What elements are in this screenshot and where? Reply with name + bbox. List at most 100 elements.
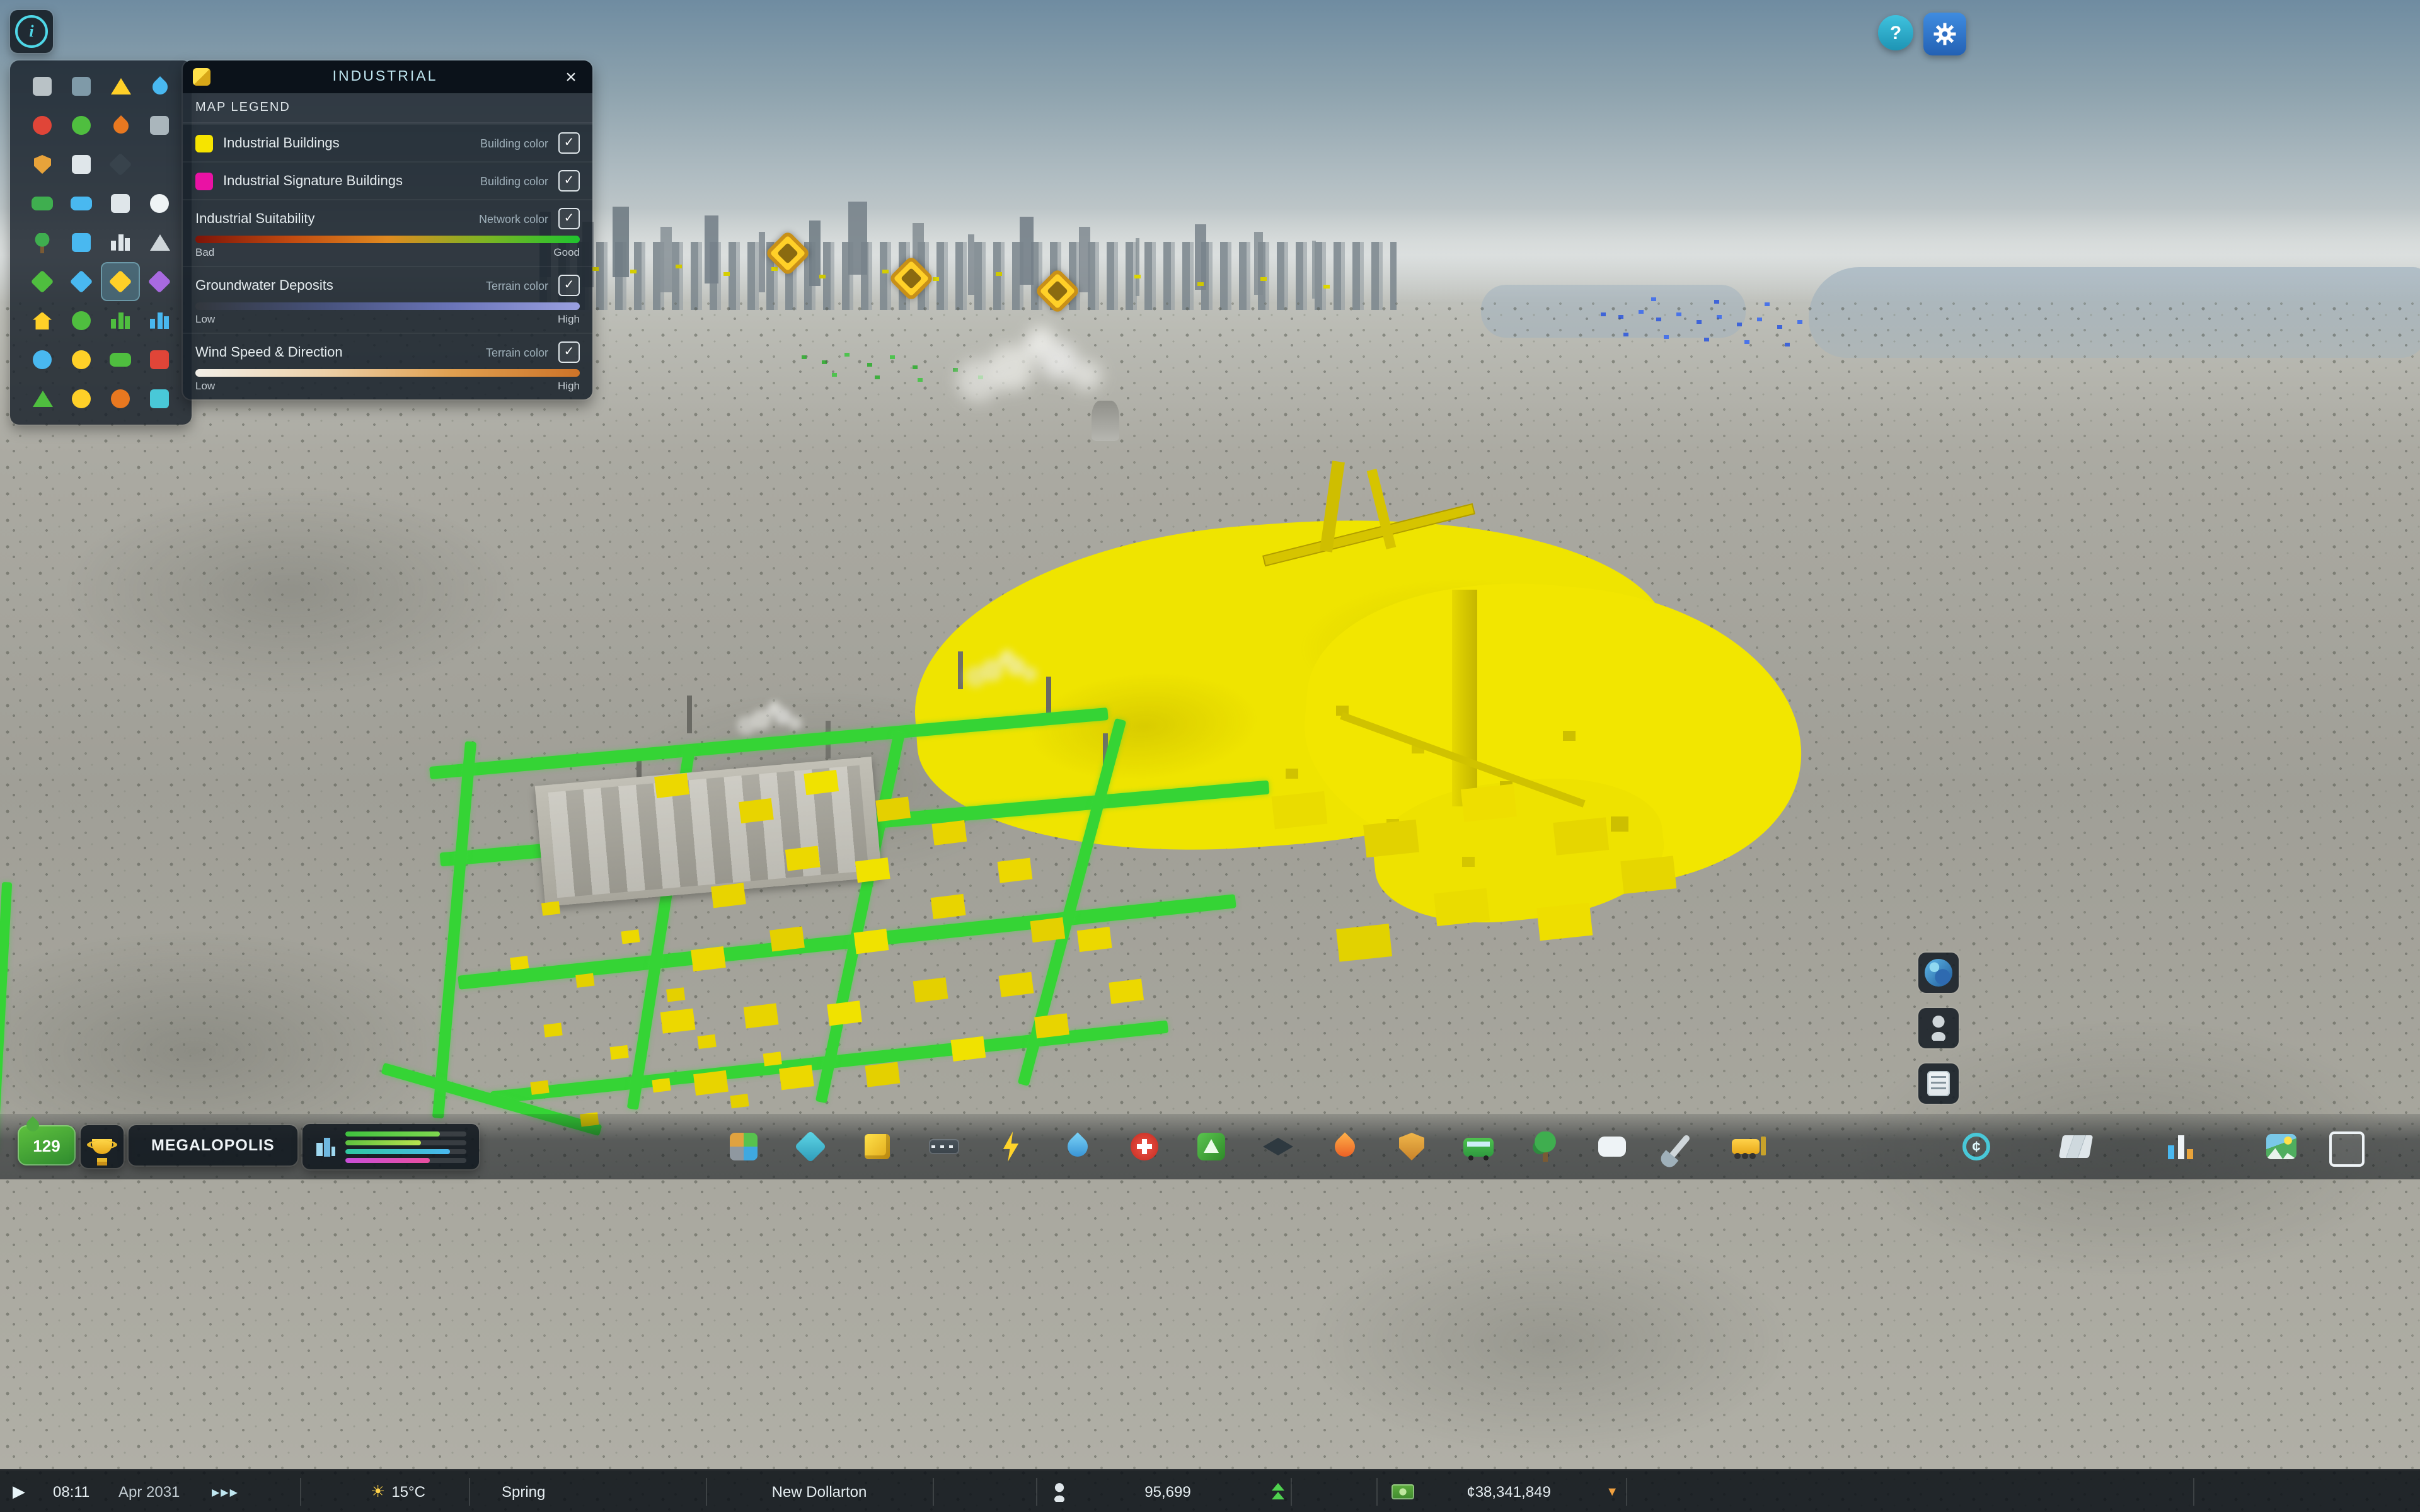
transportation-tool-icon[interactable] — [1453, 1121, 1504, 1172]
legend-header: INDUSTRIAL × — [183, 60, 592, 93]
legend-checkbox[interactable]: ✓ — [558, 132, 580, 154]
fire-rescue-tool-icon[interactable] — [1320, 1121, 1370, 1172]
population-readout[interactable]: 95,699 — [1051, 1470, 1286, 1512]
wallet-icon[interactable] — [24, 68, 60, 105]
residential-icon[interactable] — [24, 302, 60, 339]
areas-tool-icon[interactable] — [785, 1121, 836, 1172]
signature-buildings-icon[interactable] — [852, 1121, 902, 1172]
parks-tool-icon[interactable] — [1520, 1121, 1570, 1172]
legend-checkbox[interactable]: ✓ — [558, 170, 580, 192]
legend-category: Network color — [479, 212, 548, 225]
terrain-icon[interactable] — [24, 381, 60, 417]
industrial-overlay-icon[interactable] — [102, 263, 139, 300]
map-tiles-icon[interactable] — [2051, 1121, 2101, 1172]
frame-button[interactable] — [2329, 1131, 2365, 1167]
bench-icon[interactable] — [63, 224, 100, 261]
car-icon[interactable] — [63, 185, 100, 222]
economy-panel-icon[interactable]: ¢ — [1951, 1121, 2002, 1172]
water-tool-icon[interactable] — [1052, 1121, 1103, 1172]
temperature: ☀ 15°C — [371, 1470, 425, 1512]
trend-chart-icon[interactable] — [141, 302, 178, 339]
garbage-tool-icon[interactable] — [1186, 1121, 1236, 1172]
legend-checkbox[interactable]: ✓ — [558, 208, 580, 229]
healthcare-icon[interactable] — [24, 107, 60, 144]
water-drop-icon[interactable] — [141, 68, 178, 105]
statistics-icon[interactable] — [2155, 1121, 2206, 1172]
land-value-icon[interactable] — [63, 302, 100, 339]
zones-overlay-icon[interactable] — [24, 263, 60, 300]
divider — [469, 1478, 470, 1506]
profit-chart-icon[interactable] — [102, 302, 139, 339]
garbage-icon[interactable] — [63, 107, 100, 144]
money-icon — [1392, 1484, 1414, 1499]
education-tool-icon[interactable] — [1253, 1121, 1303, 1172]
tree-icon[interactable] — [24, 224, 60, 261]
signal-bars-icon[interactable] — [102, 224, 139, 261]
help-button[interactable]: ? — [1878, 15, 1913, 50]
legend-checkbox[interactable]: ✓ — [558, 341, 580, 363]
zoning-tool-icon[interactable] — [718, 1121, 769, 1172]
play-pause-button[interactable]: ▶ — [13, 1470, 25, 1512]
police-shield-icon[interactable] — [24, 146, 60, 183]
education-icon[interactable] — [102, 146, 139, 183]
photo-mode-icon[interactable] — [2256, 1121, 2307, 1172]
landscaping-tool-icon[interactable] — [1654, 1121, 1704, 1172]
scale-min-label: Low — [195, 379, 215, 392]
legend-checkbox[interactable]: ✓ — [558, 275, 580, 296]
happiness-icon[interactable] — [63, 341, 100, 378]
pollution-icon[interactable] — [102, 381, 139, 417]
wrench-icon[interactable] — [141, 107, 178, 144]
resources-icon[interactable] — [63, 381, 100, 417]
bus-icon[interactable] — [24, 185, 60, 222]
mail-icon[interactable] — [102, 185, 139, 222]
side-button-stack — [1918, 953, 1959, 1104]
scale-min-label: Low — [195, 312, 215, 325]
citizens-icon[interactable] — [24, 341, 60, 378]
electricity-tool-icon[interactable] — [986, 1121, 1036, 1172]
healthcare-icon — [33, 116, 52, 135]
xp-badge[interactable]: 129 — [18, 1125, 76, 1166]
roads-tool-icon[interactable] — [919, 1121, 969, 1172]
suitability-gradient-bar — [195, 236, 580, 243]
speed-controls[interactable]: ▶▶▶ — [212, 1470, 239, 1512]
arrow-icon[interactable] — [141, 224, 178, 261]
office-overlay-icon[interactable] — [141, 263, 178, 300]
legend-label: Wind Speed & Direction — [195, 345, 476, 360]
communications-tool-icon[interactable] — [1587, 1121, 1637, 1172]
crime-icon[interactable] — [141, 341, 178, 378]
fire-icon[interactable] — [102, 107, 139, 144]
divider — [300, 1478, 301, 1506]
arrow-icon — [149, 234, 170, 251]
settings-button[interactable] — [1923, 13, 1966, 55]
money-icon[interactable] — [102, 341, 139, 378]
city-name[interactable]: MEGALOPOLIS — [129, 1125, 297, 1166]
chat-bubble-icon — [150, 194, 169, 213]
infoviews-button[interactable]: i — [10, 10, 53, 53]
citizens-button[interactable] — [1918, 1008, 1959, 1048]
infoview-grid — [18, 68, 184, 417]
legend-category: Building color — [480, 137, 548, 149]
progress-bar — [345, 1157, 466, 1162]
chat-bubble-icon[interactable] — [141, 185, 178, 222]
district-name[interactable]: New Dollarton — [706, 1470, 933, 1512]
legend-category: Terrain color — [486, 346, 548, 358]
close-icon[interactable]: × — [560, 67, 582, 86]
journal-button[interactable] — [1918, 1063, 1959, 1104]
money-readout[interactable]: ¢38,341,849 ▼ — [1392, 1470, 1618, 1512]
city-progress-panel[interactable] — [302, 1124, 479, 1169]
road-icon[interactable] — [63, 68, 100, 105]
police-tool-icon[interactable] — [1386, 1121, 1437, 1172]
industrial-overlay-icon — [109, 270, 132, 294]
healthcare-tool-icon[interactable] — [1119, 1121, 1170, 1172]
transportation-tool-icon — [1463, 1137, 1494, 1156]
milestones-button[interactable] — [81, 1125, 124, 1168]
parks-tool-icon — [1533, 1131, 1558, 1162]
layers-icon[interactable] — [141, 381, 178, 417]
administration-icon[interactable] — [63, 146, 100, 183]
bulldozer-tool-icon[interactable] — [1720, 1121, 1771, 1172]
healthcare-tool-icon — [1131, 1133, 1158, 1160]
water-overlay-icon[interactable] — [63, 263, 100, 300]
map-view-button[interactable] — [1918, 953, 1959, 993]
progress-bars — [345, 1131, 466, 1162]
electricity-icon[interactable] — [102, 68, 139, 105]
